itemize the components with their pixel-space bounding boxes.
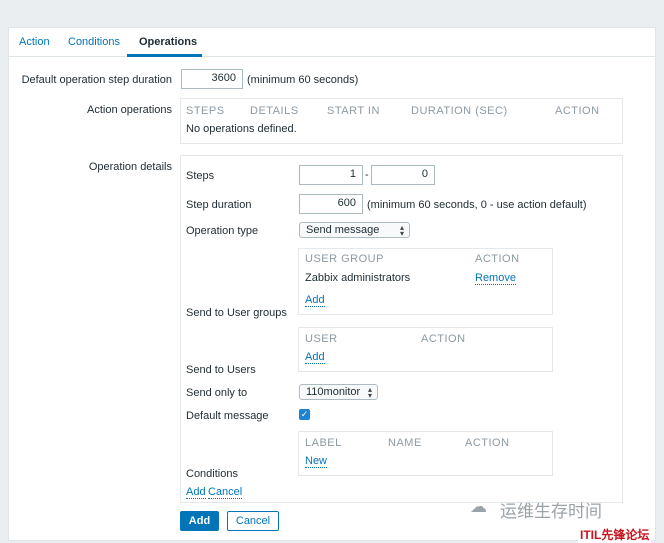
watermark-text: 运维生存时间 xyxy=(500,502,602,521)
tabs-divider xyxy=(8,56,656,57)
steps-to-input[interactable]: 0 xyxy=(371,165,435,185)
default-message-checkbox[interactable]: ✓ xyxy=(299,409,310,420)
conditions-label: Conditions xyxy=(186,468,238,480)
tab-conditions[interactable]: Conditions xyxy=(68,36,120,48)
step-duration-hint: (minimum 60 seconds) xyxy=(247,74,359,86)
operation-details-label: Operation details xyxy=(88,161,172,173)
col-user: USER xyxy=(305,333,338,345)
select-arrows-icon: ▴ ▾ xyxy=(367,385,372,400)
col-user-group-action: ACTION xyxy=(475,253,520,265)
col-steps: STEPS xyxy=(186,105,225,117)
default-message-label: Default message xyxy=(186,410,269,422)
col-duration: DURATION (SEC) xyxy=(411,105,508,117)
action-operations-label: Action operations xyxy=(87,104,172,116)
add-button[interactable]: Add xyxy=(180,511,219,531)
new-condition-link[interactable]: New xyxy=(305,455,328,468)
add-user-link[interactable]: Add xyxy=(305,351,325,364)
col-name: NAME xyxy=(388,437,422,449)
select-arrows-icon: ▴ ▾ xyxy=(399,223,404,238)
user-group-name: Zabbix administrators xyxy=(305,272,411,284)
step-duration-detail-hint: (minimum 60 seconds, 0 - use action defa… xyxy=(367,199,587,211)
operation-type-select[interactable]: Send message ▴ ▾ xyxy=(299,222,410,238)
no-operations-text: No operations defined. xyxy=(186,123,297,135)
step-duration-detail-label: Step duration xyxy=(186,199,252,211)
col-action: ACTION xyxy=(555,105,600,117)
send-only-to-select[interactable]: 110monitor ▴ ▾ xyxy=(299,384,378,400)
steps-separator: - xyxy=(365,169,369,181)
steps-from-input[interactable]: 1 xyxy=(299,165,363,185)
steps-label: Steps xyxy=(186,170,215,182)
send-to-users-label: Send to Users xyxy=(186,364,256,376)
watermark-logo-icon: ☁ xyxy=(470,497,487,516)
tab-action[interactable]: Action xyxy=(19,36,50,48)
tab-operations[interactable]: Operations xyxy=(139,36,197,48)
col-details: DETAILS xyxy=(250,105,299,117)
add-user-group-link[interactable]: Add xyxy=(305,294,325,307)
step-duration-label: Default operation step duration xyxy=(21,74,172,86)
operation-type-value: Send message xyxy=(306,224,380,236)
send-to-user-groups-label: Send to User groups xyxy=(186,307,287,319)
operation-cancel-link[interactable]: Cancel xyxy=(208,486,243,499)
col-user-group: USER GROUP xyxy=(305,253,384,265)
operation-type-label: Operation type xyxy=(186,225,259,237)
send-only-to-label: Send only to xyxy=(186,387,248,399)
remove-user-group-link[interactable]: Remove xyxy=(475,272,516,285)
forum-badge: ITIL先锋论坛 xyxy=(578,526,652,543)
step-duration-detail-input[interactable]: 600 xyxy=(299,194,363,214)
operation-add-link[interactable]: Add xyxy=(186,486,206,499)
cancel-button[interactable]: Cancel xyxy=(227,511,279,531)
col-label: LABEL xyxy=(305,437,342,449)
col-user-action: ACTION xyxy=(421,333,466,345)
col-start-in: START IN xyxy=(327,105,380,117)
send-only-to-value: 110monitor xyxy=(306,386,361,398)
col-condition-action: ACTION xyxy=(465,437,510,449)
active-tab-indicator xyxy=(127,54,202,57)
step-duration-input[interactable]: 3600 xyxy=(181,69,243,89)
